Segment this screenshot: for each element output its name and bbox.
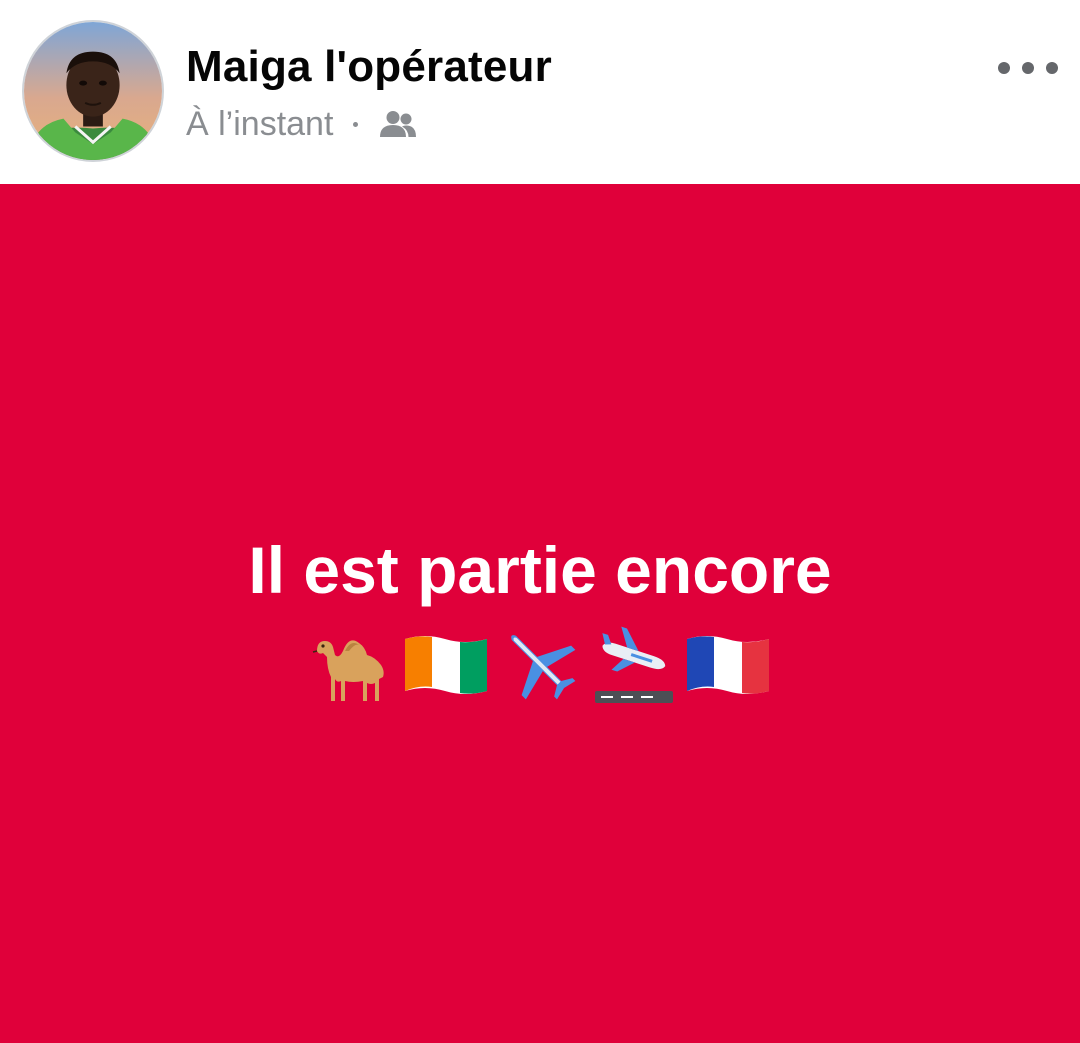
post-body-text: Il est partie encore (248, 533, 832, 607)
airplane-arrival-icon (595, 626, 673, 703)
post-meta: À l’instant (186, 103, 417, 145)
camel-icon (312, 640, 384, 701)
post-header: Maiga l'opérateur À l’instant (0, 0, 1080, 184)
post-timestamp[interactable]: À l’instant (186, 105, 333, 144)
friends-icon[interactable] (380, 110, 417, 138)
more-options-icon[interactable] (998, 52, 1058, 84)
flag-cote-divoire-icon (405, 636, 487, 694)
meta-separator-dot (353, 121, 359, 127)
emoji-row (0, 620, 1080, 708)
author-avatar[interactable] (22, 20, 164, 162)
avatar-photo (24, 22, 162, 160)
post-content[interactable]: Il est partie encore (0, 184, 1080, 1043)
author-name[interactable]: Maiga l'opérateur (186, 42, 552, 92)
flag-france-icon (687, 636, 769, 694)
airplane-icon (511, 635, 576, 700)
